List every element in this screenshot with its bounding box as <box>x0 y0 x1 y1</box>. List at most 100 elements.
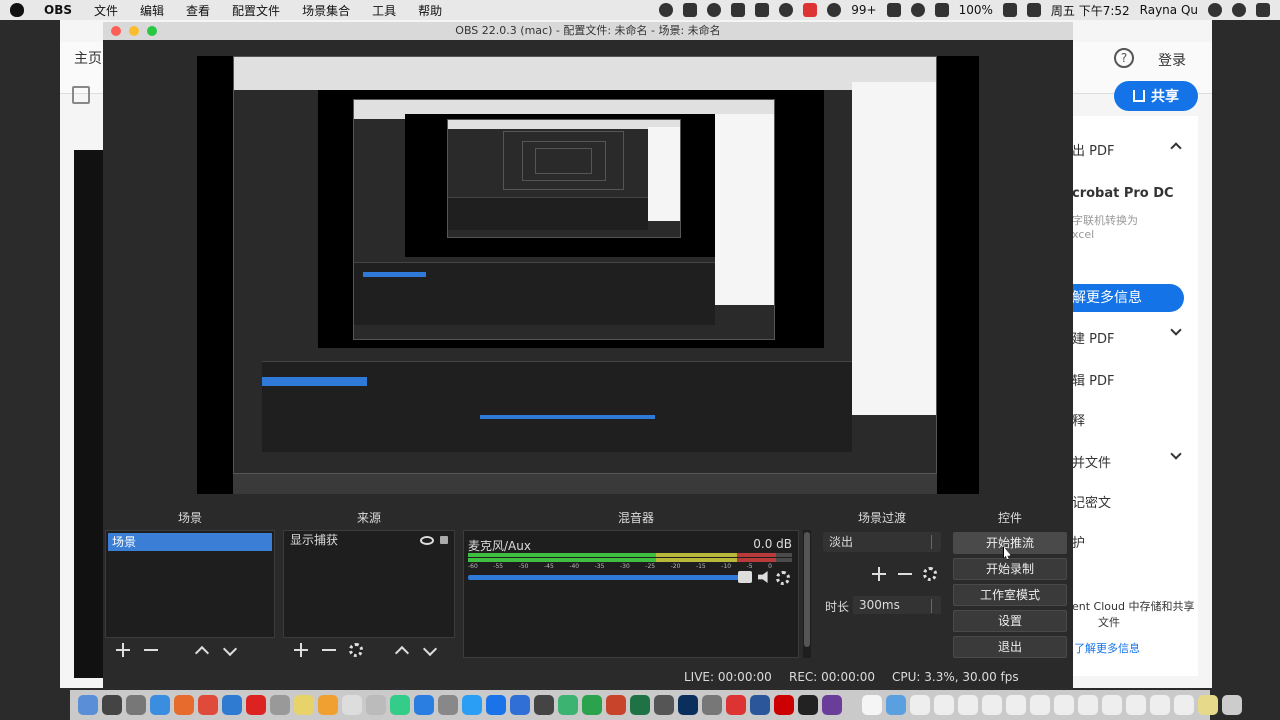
move-scene-down-button[interactable] <box>221 642 237 658</box>
safari-icon[interactable] <box>150 695 170 715</box>
menu-profile[interactable]: 配置文件 <box>232 2 280 19</box>
menu-view[interactable]: 查看 <box>186 2 210 19</box>
battery-icon[interactable] <box>1002 3 1017 17</box>
excel-icon[interactable] <box>630 695 650 715</box>
pause-record-icon[interactable] <box>803 3 818 17</box>
chevron-up-icon[interactable] <box>1170 142 1182 154</box>
finder-icon[interactable] <box>78 695 98 715</box>
obs-preview[interactable] <box>197 56 979 494</box>
user-name[interactable]: Rayna Qu <box>1140 3 1198 17</box>
cloud-learn-more-link[interactable]: 了解更多信息 <box>1074 640 1140 656</box>
help-icon[interactable]: ? <box>1114 48 1134 68</box>
app-icon-2[interactable] <box>246 695 266 715</box>
apple-menu-icon[interactable] <box>10 3 24 17</box>
app-icon-5[interactable] <box>366 695 386 715</box>
add-scene-button[interactable] <box>115 642 131 658</box>
trash-icon[interactable] <box>1222 695 1242 715</box>
start-streaming-button[interactable]: 开始推流 <box>953 532 1067 554</box>
app-icon-10[interactable] <box>510 695 530 715</box>
file-icon-5[interactable] <box>1006 695 1026 715</box>
volume-icon[interactable] <box>934 3 949 17</box>
mixer-scrollbar[interactable] <box>803 530 811 658</box>
input-method-icon[interactable] <box>1026 3 1041 17</box>
file-icon-4[interactable] <box>982 695 1002 715</box>
acrobat-icon[interactable] <box>774 695 794 715</box>
app-icon-4[interactable] <box>342 695 362 715</box>
menu-file[interactable]: 文件 <box>94 2 118 19</box>
launchpad-icon[interactable] <box>126 695 146 715</box>
add-transition-button[interactable] <box>871 566 887 582</box>
app-icon-15[interactable] <box>726 695 746 715</box>
home-tab[interactable]: 主页 <box>74 48 102 68</box>
volume-fader-track[interactable] <box>468 575 748 580</box>
file-icon-12[interactable] <box>1174 695 1194 715</box>
volume-fader-knob[interactable] <box>738 571 752 583</box>
headphone-icon[interactable] <box>779 3 794 17</box>
menu-help[interactable]: 帮助 <box>418 2 442 19</box>
app-status-icon[interactable] <box>707 3 722 17</box>
save-icon[interactable] <box>72 86 90 104</box>
spinner-arrows-icon[interactable] <box>931 599 937 613</box>
source-properties-gear-icon[interactable] <box>349 643 363 657</box>
word-icon[interactable] <box>750 695 770 715</box>
app-icon-3[interactable] <box>270 695 290 715</box>
zoom-window-icon[interactable] <box>147 26 157 36</box>
tool-redact[interactable]: 记密文 <box>1072 492 1111 511</box>
file-icon-3[interactable] <box>958 695 978 715</box>
tool-export-pdf[interactable]: 出 PDF <box>1072 140 1114 159</box>
close-window-icon[interactable] <box>111 26 121 36</box>
wechat-dock-icon[interactable] <box>582 695 602 715</box>
start-recording-button[interactable]: 开始录制 <box>953 558 1067 580</box>
learn-more-button[interactable]: 解更多信息 <box>1060 284 1184 312</box>
telegram-icon[interactable] <box>683 3 698 17</box>
file-icon-11[interactable] <box>1150 695 1170 715</box>
document-icon[interactable] <box>862 695 882 715</box>
app-icon-6[interactable] <box>390 695 410 715</box>
app-icon-11[interactable] <box>534 695 554 715</box>
menu-edit[interactable]: 编辑 <box>140 2 164 19</box>
app-icon-9[interactable] <box>486 695 506 715</box>
search-status-icon[interactable] <box>659 3 674 17</box>
tool-comment[interactable]: 释 <box>1072 410 1085 429</box>
studio-mode-button[interactable]: 工作室模式 <box>953 584 1067 606</box>
chevron-down-icon[interactable] <box>1170 448 1182 460</box>
menu-scene-collection[interactable]: 场景集合 <box>302 2 350 19</box>
wifi-icon[interactable] <box>910 3 925 17</box>
move-source-up-button[interactable] <box>393 642 409 658</box>
minimize-window-icon[interactable] <box>129 26 139 36</box>
mute-speaker-icon[interactable] <box>758 571 768 583</box>
menu-tools[interactable]: 工具 <box>372 2 396 19</box>
login-link[interactable]: 登录 <box>1158 50 1186 70</box>
remove-scene-button[interactable] <box>143 642 159 658</box>
lock-icon[interactable] <box>440 536 448 544</box>
file-icon-10[interactable] <box>1126 695 1146 715</box>
tool-combine[interactable]: 并文件 <box>1072 452 1111 471</box>
transition-select[interactable]: 淡出 <box>823 532 941 552</box>
obs-icon[interactable] <box>798 695 818 715</box>
file-icon-2[interactable] <box>934 695 954 715</box>
source-item[interactable]: 显示捕获 <box>284 531 454 549</box>
photos-icon[interactable] <box>318 695 338 715</box>
file-icon-9[interactable] <box>1102 695 1122 715</box>
powerpoint-icon[interactable] <box>606 695 626 715</box>
app-icon-7[interactable] <box>438 695 458 715</box>
exit-button[interactable]: 退出 <box>953 636 1067 658</box>
transition-gear-icon[interactable] <box>923 567 937 581</box>
sources-list[interactable]: 显示捕获 <box>283 530 455 638</box>
chrome-icon[interactable] <box>198 695 218 715</box>
app-icon-14[interactable] <box>702 695 722 715</box>
add-source-button[interactable] <box>293 642 309 658</box>
siri-dock-icon[interactable] <box>102 695 122 715</box>
remove-transition-button[interactable] <box>897 566 913 582</box>
tool-create-pdf[interactable]: 建 PDF <box>1072 328 1114 347</box>
app-icon-1[interactable] <box>222 695 242 715</box>
duration-input[interactable]: 300ms <box>853 596 941 614</box>
tool-protect[interactable]: 护 <box>1072 532 1085 551</box>
file-icon-13[interactable] <box>1198 695 1218 715</box>
file-icon-1[interactable] <box>910 695 930 715</box>
notes-icon[interactable] <box>294 695 314 715</box>
app-icon-8[interactable] <box>462 695 482 715</box>
notification-center-icon[interactable] <box>1256 3 1270 17</box>
file-icon-8[interactable] <box>1078 695 1098 715</box>
remove-source-button[interactable] <box>321 642 337 658</box>
